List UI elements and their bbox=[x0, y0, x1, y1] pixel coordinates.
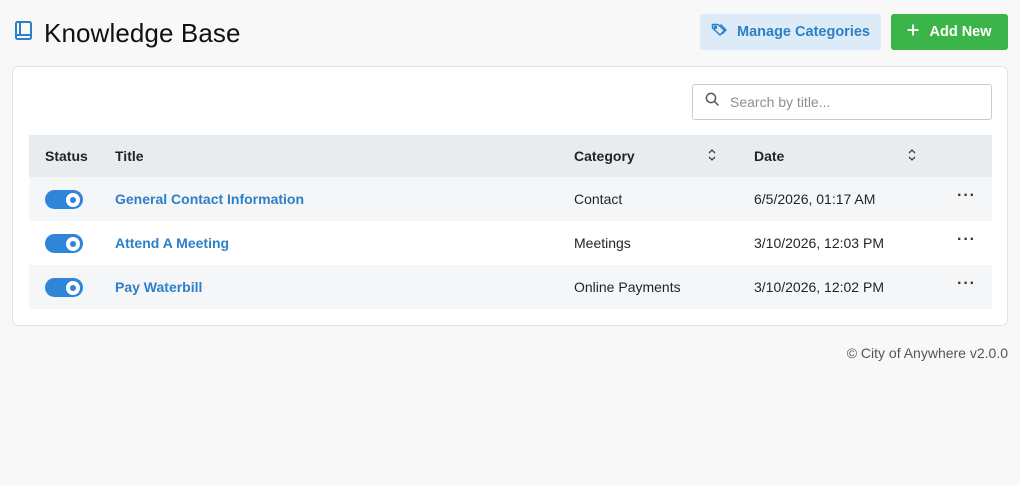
toggle-knob bbox=[66, 236, 80, 251]
book-icon bbox=[14, 20, 34, 47]
column-date[interactable]: Date bbox=[754, 148, 784, 164]
article-date: 3/10/2026, 12:02 PM bbox=[754, 279, 884, 295]
plus-icon bbox=[907, 24, 919, 40]
manage-categories-button[interactable]: Manage Categories bbox=[700, 14, 881, 50]
tag-icon bbox=[711, 23, 727, 41]
articles-table: Status Title Category Date General Conta… bbox=[29, 135, 992, 309]
column-category[interactable]: Category bbox=[574, 148, 635, 164]
table-row: Pay Waterbill Online Payments 3/10/2026,… bbox=[29, 265, 992, 309]
column-status: Status bbox=[45, 148, 88, 164]
status-toggle[interactable] bbox=[45, 190, 83, 209]
article-category: Contact bbox=[574, 191, 623, 207]
article-category: Online Payments bbox=[574, 279, 681, 295]
column-title: Title bbox=[115, 148, 144, 164]
article-title-link[interactable]: Pay Waterbill bbox=[115, 279, 202, 295]
sort-icon[interactable] bbox=[907, 148, 917, 162]
add-new-button[interactable]: Add New bbox=[891, 14, 1008, 50]
footer-version: © City of Anywhere v2.0.0 bbox=[846, 345, 1008, 361]
article-title-link[interactable]: General Contact Information bbox=[115, 191, 304, 207]
table-row: General Contact Information Contact 6/5/… bbox=[29, 177, 992, 221]
title-wrap: Knowledge Base bbox=[14, 18, 241, 49]
page-header: Knowledge Base Manage Categories Add New bbox=[0, 0, 1020, 66]
toggle-knob bbox=[66, 280, 80, 295]
sort-icon[interactable] bbox=[707, 148, 717, 162]
search-icon bbox=[693, 92, 720, 112]
more-icon[interactable]: ··· bbox=[957, 187, 976, 205]
more-icon[interactable]: ··· bbox=[957, 275, 976, 293]
article-title-link[interactable]: Attend A Meeting bbox=[115, 235, 229, 251]
toggle-knob bbox=[66, 192, 80, 207]
add-new-label: Add New bbox=[929, 24, 992, 40]
search-input[interactable] bbox=[730, 94, 980, 110]
manage-categories-label: Manage Categories bbox=[737, 24, 870, 40]
knowledge-base-card: Status Title Category Date General Conta… bbox=[12, 66, 1008, 326]
article-category: Meetings bbox=[574, 235, 631, 251]
page-title: Knowledge Base bbox=[44, 18, 241, 48]
search-box[interactable] bbox=[692, 84, 992, 120]
more-icon[interactable]: ··· bbox=[957, 231, 976, 249]
article-date: 6/5/2026, 01:17 AM bbox=[754, 191, 876, 207]
status-toggle[interactable] bbox=[45, 234, 83, 253]
status-toggle[interactable] bbox=[45, 278, 83, 297]
table-header: Status Title Category Date bbox=[29, 135, 992, 177]
table-row: Attend A Meeting Meetings 3/10/2026, 12:… bbox=[29, 221, 992, 265]
article-date: 3/10/2026, 12:03 PM bbox=[754, 235, 884, 251]
